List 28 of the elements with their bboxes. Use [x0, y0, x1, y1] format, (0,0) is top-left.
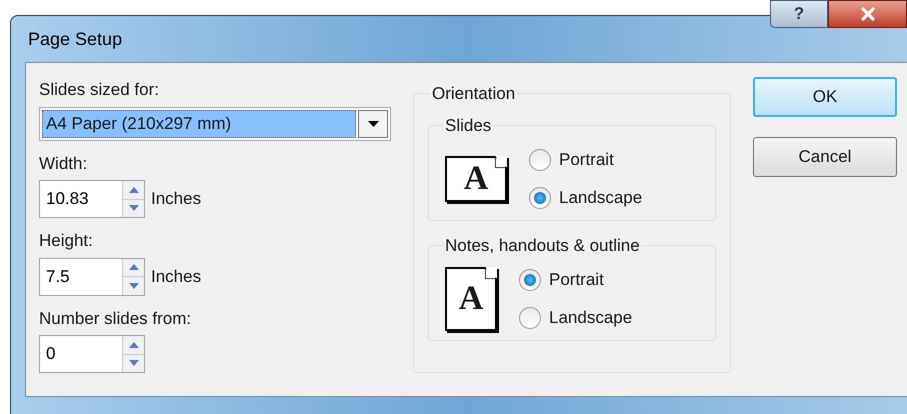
dialog-button[interactable]: OK — [753, 77, 897, 117]
paper-size-dropdown[interactable]: A4 Paper (210x297 mm) — [39, 106, 391, 140]
field-label: Number slides from: — [39, 308, 192, 330]
number-field[interactable]: 10.83 — [39, 180, 145, 218]
unit-label: Inches — [151, 188, 202, 210]
portrait-page-icon: A — [445, 266, 497, 331]
radio-option[interactable]: Landscape — [529, 184, 642, 210]
radio-option[interactable]: Landscape — [519, 304, 632, 330]
radio-option[interactable]: Portrait — [519, 267, 632, 293]
radio-button[interactable] — [529, 149, 551, 171]
group-title: Orientation — [431, 83, 516, 105]
number-field[interactable]: 7.5 — [39, 258, 145, 296]
landscape-page-icon: A — [445, 156, 507, 202]
dialog-button[interactable]: Cancel — [753, 137, 897, 177]
field-label: Width: — [39, 152, 88, 174]
field-label: Height: — [39, 230, 94, 252]
group-title: Notes, handouts & outline — [444, 234, 641, 256]
window-title: Page Setup — [28, 28, 122, 51]
number-field[interactable]: 0 — [39, 335, 145, 373]
unit-label: Inches — [151, 266, 202, 288]
group-title: Slides — [444, 114, 492, 136]
radio-button[interactable] — [519, 306, 541, 328]
radio-button[interactable] — [529, 186, 551, 208]
radio-option[interactable]: Portrait — [529, 147, 642, 173]
radio-button[interactable] — [519, 269, 541, 291]
field-label: Slides sized for: — [39, 79, 160, 101]
help-button[interactable]: ? — [770, 0, 828, 28]
close-button[interactable] — [828, 0, 907, 28]
